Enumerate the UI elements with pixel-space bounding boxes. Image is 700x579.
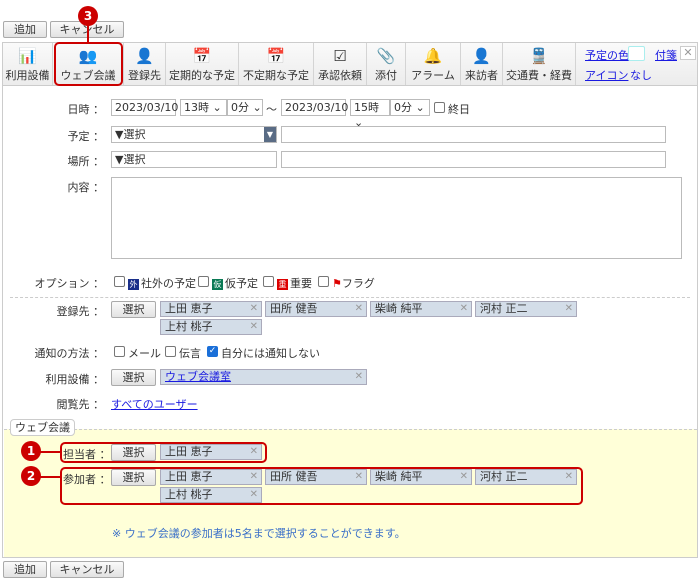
approval-icon: ☑ <box>333 47 347 65</box>
registrant-chip[interactable]: 柴崎 純平 ✕ <box>370 301 472 317</box>
callout-3: 3 <box>78 6 98 26</box>
toolbar-facility[interactable]: 📊 利用設備 <box>3 43 53 85</box>
self-no-notify-checkbox[interactable]: ✓ <box>207 346 218 357</box>
callout-box-host <box>60 442 267 463</box>
toolbar-attach[interactable]: 📎 添付 <box>367 43 406 85</box>
web-meeting-legend: ウェブ会議 <box>10 419 75 436</box>
user-add-icon: 👤 <box>135 47 154 65</box>
callout-line <box>40 451 60 453</box>
end-date-input[interactable]: 2023/03/10 <box>281 99 348 116</box>
range-separator: ～ <box>266 103 277 116</box>
participants-note: ※ ウェブ会議の参加者は5名まで選択することができます。 <box>112 527 406 540</box>
toolbar-irregular[interactable]: 📅 不定期な予定 <box>239 43 314 85</box>
option-flag: ⚑フラグ <box>332 277 375 290</box>
registrants-label: 登録先 ： <box>56 305 105 318</box>
facility-add-icon: 📊 <box>18 47 37 65</box>
self-no-notify-label: 自分には通知しない <box>221 347 320 360</box>
close-icon[interactable]: ✕ <box>680 46 696 60</box>
place-label: 場所 ： <box>67 155 105 168</box>
callout-line <box>40 476 60 478</box>
option-external: 外社外の予定 <box>128 277 196 290</box>
callout-box-web-meeting <box>54 42 123 86</box>
start-hour-select[interactable]: 13時 ⌄ <box>180 99 227 116</box>
options-label: オプション ： <box>34 277 105 290</box>
plan-label: 予定 ： <box>67 130 105 143</box>
toolbar-approval[interactable]: ☑ 承認依頼 <box>314 43 367 85</box>
notify-label: 通知の方法 ： <box>34 347 105 360</box>
divider <box>10 297 690 298</box>
facility-select-button[interactable]: 選択 <box>111 369 156 386</box>
paperclip-icon: 📎 <box>376 47 396 65</box>
flag-checkbox[interactable] <box>318 276 329 287</box>
important-checkbox[interactable] <box>263 276 274 287</box>
cancel-button-bottom[interactable]: キャンセル <box>50 561 124 578</box>
toolbar-registrants[interactable]: 👤 登録先 <box>124 43 166 85</box>
plan-select[interactable]: ▼選択 ▼ <box>111 126 277 143</box>
sticky-link[interactable]: 付箋 <box>655 47 677 63</box>
add-button-bottom[interactable]: 追加 <box>3 561 47 578</box>
icon-value: なし <box>630 69 652 82</box>
callout-1: 1 <box>21 441 41 461</box>
option-important: 重重要 <box>277 277 312 290</box>
content-label: 内容 ： <box>67 181 105 194</box>
place-select[interactable]: ▼選択 <box>111 151 277 168</box>
end-hour-select[interactable]: 15時 ⌄ <box>350 99 390 129</box>
start-min-select[interactable]: 0分 ⌄ <box>227 99 263 116</box>
bell-icon: 🔔 <box>423 47 443 65</box>
color-link[interactable]: 予定の色 <box>585 47 629 63</box>
registrant-chip[interactable]: 上村 桃子 ✕ <box>160 319 262 335</box>
toolbar-alarm[interactable]: 🔔 アラーム <box>406 43 461 85</box>
toolbar-regular[interactable]: 📅 定期的な予定 <box>166 43 239 85</box>
registrant-chip[interactable]: 河村 正二 ✕ <box>475 301 577 317</box>
place-input[interactable] <box>281 151 666 168</box>
external-checkbox[interactable] <box>114 276 125 287</box>
allday-label: 終日 <box>448 103 470 116</box>
viewers-label: 閲覧先 ： <box>56 398 105 411</box>
end-min-select[interactable]: 0分 ⌄ <box>390 99 430 116</box>
train-icon: 🚆 <box>529 47 549 65</box>
add-button-top[interactable]: 追加 <box>3 21 47 38</box>
start-date-input[interactable]: 2023/03/10 <box>111 99 178 116</box>
calendar-irregular-icon: 📅 <box>266 47 286 65</box>
flag-icon: ⚑ <box>332 277 342 290</box>
visitor-icon: 👤 <box>472 47 491 65</box>
toolbar-visitor[interactable]: 👤 来訪者 <box>461 43 503 85</box>
facility-label: 利用設備 ： <box>45 373 105 386</box>
icon-link[interactable]: アイコン <box>585 67 628 83</box>
callout-line <box>87 24 89 42</box>
mail-checkbox[interactable] <box>114 346 125 357</box>
registrant-chip[interactable]: 田所 健吾 ✕ <box>265 301 367 317</box>
facility-chip[interactable]: ウェブ会議室 ✕ <box>160 369 367 385</box>
registrant-chip[interactable]: 上田 恵子 ✕ <box>160 301 262 317</box>
plan-input[interactable] <box>281 126 666 143</box>
toolbar-expenses[interactable]: 🚆 交通費・経費 <box>503 43 576 85</box>
message-label: 伝言 <box>179 347 201 360</box>
datetime-label: 日時 ： <box>67 103 105 116</box>
calendar-icon: 📅 <box>192 47 212 65</box>
registrants-select-button[interactable]: 選択 <box>111 301 156 318</box>
message-checkbox[interactable] <box>165 346 176 357</box>
viewers-link[interactable]: すべてのユーザー <box>111 396 198 412</box>
callout-box-participants <box>60 467 583 505</box>
allday-checkbox[interactable] <box>434 102 445 113</box>
content-textarea[interactable] <box>111 177 682 259</box>
option-tentative: 仮仮予定 <box>212 277 258 290</box>
color-swatch[interactable] <box>628 46 645 61</box>
mail-label: メール <box>128 347 161 360</box>
tentative-checkbox[interactable] <box>198 276 209 287</box>
callout-2: 2 <box>21 466 41 486</box>
